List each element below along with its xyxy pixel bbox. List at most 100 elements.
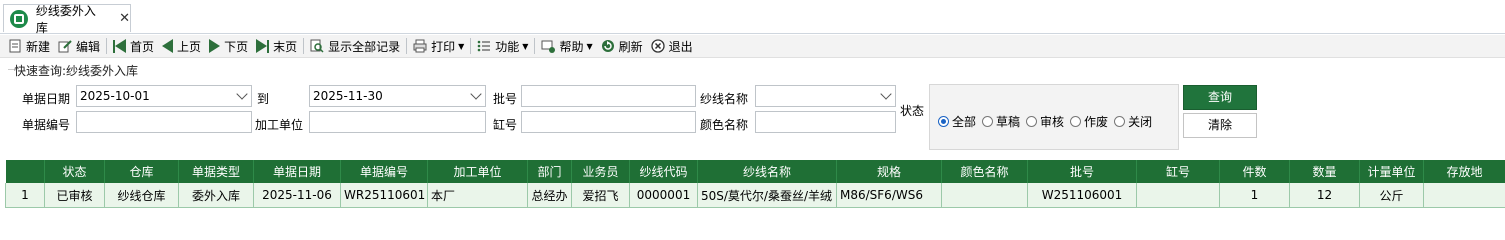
status-radio-approved[interactable]: 审核 [1026, 113, 1064, 130]
function-label: 功能 [495, 39, 520, 54]
column-header[interactable]: 缸号 [1136, 160, 1220, 183]
chevron-down-icon[interactable] [880, 88, 892, 100]
column-header[interactable]: 件数 [1219, 160, 1290, 183]
next-page-icon [209, 39, 221, 53]
table-cell[interactable]: 0000001 [629, 183, 698, 208]
show-all-records-button[interactable]: 显示全部记录 [306, 35, 404, 57]
edit-icon [58, 39, 72, 53]
column-header[interactable]: 状态 [44, 160, 105, 183]
print-button[interactable]: 打印 ▼ [409, 35, 468, 57]
prev-page-button[interactable]: 上页 [158, 35, 205, 57]
date-from-picker[interactable]: 2025-10-01 [76, 85, 252, 107]
color-name-input[interactable] [755, 111, 896, 133]
help-menu-button[interactable]: 帮助 ▼ [537, 35, 596, 57]
status-radio-closed[interactable]: 关闭 [1114, 113, 1152, 130]
vat-no-label: 缸号 [493, 118, 518, 132]
column-header[interactable]: 纱线名称 [697, 160, 837, 183]
table-cell[interactable]: 50S/莫代尔/桑蚕丝/羊绒 [697, 183, 837, 208]
status-radio-void[interactable]: 作废 [1070, 113, 1108, 130]
table-row[interactable]: 1 已审核 纱线仓库 委外入库 2025-11-06 WR25110601 本厂 总经办 爱招飞… [5, 183, 1505, 208]
column-header[interactable]: 批号 [1027, 160, 1137, 183]
table-cell[interactable] [1136, 183, 1220, 208]
table-cell[interactable]: 1 [1219, 183, 1290, 208]
print-label: 打印 [431, 39, 456, 54]
chevron-down-icon[interactable] [236, 88, 248, 100]
column-header[interactable]: 仓库 [104, 160, 179, 183]
edit-button[interactable]: 编辑 [54, 35, 104, 57]
row-number-cell[interactable]: 1 [5, 183, 45, 208]
table-cell[interactable]: W251106001 [1027, 183, 1137, 208]
row-number-header[interactable] [5, 160, 45, 183]
column-header[interactable]: 存放地 [1423, 160, 1505, 183]
chevron-down-icon[interactable] [470, 88, 482, 100]
table-cell[interactable]: 2025-11-06 [253, 183, 341, 208]
records-table: 状态 仓库 单据类型 单据日期 单据编号 加工单位 部门 业务员 纱线代码 纱线名称 规格 颜色名称批… [5, 160, 1505, 208]
exit-label: 退出 [668, 39, 693, 54]
tab-yarn-outsource-inbound[interactable]: 纱线委外入库 ✕ [3, 4, 131, 35]
dropdown-arrow-icon: ▼ [586, 41, 593, 51]
column-header[interactable]: 单据日期 [253, 160, 341, 183]
radio-button-icon[interactable] [1026, 116, 1038, 127]
table-cell[interactable]: 委外入库 [178, 183, 254, 208]
table-cell[interactable]: M86/SF6/WS6 [836, 183, 942, 208]
query-button[interactable]: 查询 [1183, 85, 1257, 110]
table-cell[interactable]: 公斤 [1359, 183, 1424, 208]
status-radio-all[interactable]: 全部 [938, 113, 976, 130]
column-header[interactable]: 纱线代码 [629, 160, 698, 183]
column-header[interactable]: 规格 [836, 160, 942, 183]
table-cell[interactable]: 12 [1289, 183, 1360, 208]
table-cell[interactable] [1423, 183, 1505, 208]
batch-input[interactable] [521, 85, 696, 107]
column-header[interactable]: 部门 [527, 160, 572, 183]
new-document-icon [8, 39, 22, 53]
column-header[interactable]: 单据编号 [340, 160, 428, 183]
status-radio-group: 全部 草稿 审核 作废 关闭 [938, 113, 1158, 130]
column-header[interactable]: 颜色名称 [941, 160, 1028, 183]
function-menu-button[interactable]: 功能 ▼ [473, 35, 532, 57]
status-radio-draft[interactable]: 草稿 [982, 113, 1020, 130]
radio-button-icon[interactable] [982, 116, 994, 127]
vat-no-input[interactable] [521, 111, 696, 133]
column-header[interactable]: 数量 [1289, 160, 1360, 183]
radio-button-icon[interactable] [1114, 116, 1126, 127]
table-cell[interactable]: WR25110601 [340, 183, 428, 208]
color-name-label: 颜色名称 [700, 118, 749, 132]
first-page-button[interactable]: 首页 [109, 35, 158, 57]
table-cell[interactable]: 爱招飞 [571, 183, 630, 208]
table-cell[interactable]: 本厂 [427, 183, 528, 208]
processing-unit-input[interactable] [309, 111, 486, 133]
refresh-button[interactable]: 刷新 [597, 35, 647, 57]
column-header[interactable]: 加工单位 [427, 160, 528, 183]
yarn-name-select[interactable] [755, 85, 896, 107]
column-header[interactable]: 单据类型 [178, 160, 254, 183]
toolbar-divider [406, 38, 408, 54]
bar-icon [267, 39, 270, 53]
radio-button-icon[interactable] [1070, 116, 1082, 127]
column-header[interactable]: 计量单位 [1359, 160, 1424, 183]
status-option-label: 审核 [1040, 115, 1065, 129]
table-cell[interactable]: 总经办 [527, 183, 572, 208]
doc-no-input[interactable] [76, 111, 252, 133]
refresh-icon [601, 39, 615, 53]
table-cell[interactable]: 已审核 [44, 183, 105, 208]
next-page-button[interactable]: 下页 [205, 35, 252, 57]
last-page-button[interactable]: 末页 [252, 35, 301, 57]
help-label: 帮助 [559, 39, 584, 54]
radio-button-icon[interactable] [938, 116, 949, 127]
new-label: 新建 [26, 39, 51, 54]
date-to-picker[interactable]: 2025-11-30 [309, 85, 486, 107]
exit-button[interactable]: 退出 [647, 35, 697, 57]
clear-button[interactable]: 清除 [1183, 113, 1257, 138]
table-cell[interactable]: 纱线仓库 [104, 183, 179, 208]
status-filter-box: 全部 草稿 审核 作废 关闭 [929, 84, 1179, 150]
close-icon[interactable]: ✕ [119, 11, 130, 26]
table-cell[interactable] [941, 183, 1028, 208]
tab-title: 纱线委外入库 [35, 3, 96, 35]
column-header[interactable]: 业务员 [571, 160, 630, 183]
new-button[interactable]: 新建 [4, 35, 54, 57]
edit-label: 编辑 [76, 39, 101, 54]
dropdown-arrow-icon: ▼ [458, 41, 465, 51]
batch-label: 批号 [493, 92, 518, 106]
quick-search-panel: 快速查询:纱线委外入库 单据日期 2025-10-01 到 2025-11-30… [0, 58, 1505, 153]
module-icon [10, 9, 28, 28]
